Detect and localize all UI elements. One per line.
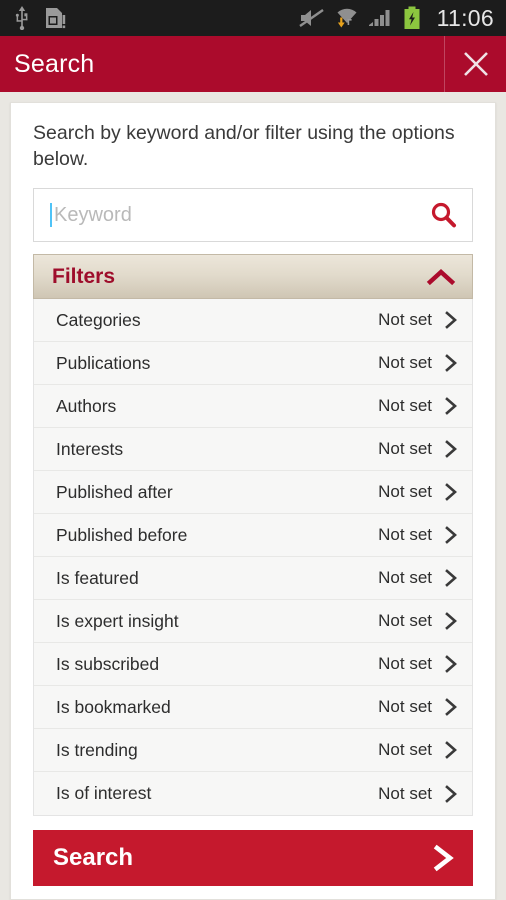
status-bar-clock: 11:06 (436, 4, 494, 31)
chevron-right-icon (445, 483, 457, 502)
filter-row-is-bookmarked[interactable]: Is bookmarked Not set (34, 686, 472, 730)
filter-label: Published before (56, 524, 188, 545)
search-submit-label: Search (53, 844, 134, 872)
search-icon[interactable] (428, 200, 458, 230)
filter-label: Categories (56, 309, 141, 330)
chevron-right-icon (445, 569, 457, 588)
mute-icon (298, 9, 324, 27)
chevron-right-icon (445, 354, 457, 373)
filter-row-categories[interactable]: Categories Not set (34, 299, 472, 343)
filter-row-is-of-interest[interactable]: Is of interest Not set (34, 772, 472, 816)
usb-icon (15, 6, 28, 30)
filter-value: Not set (378, 783, 432, 803)
search-input[interactable] (52, 203, 420, 227)
chevron-right-icon (445, 698, 457, 717)
filter-value: Not set (378, 482, 432, 502)
filter-label: Is bookmarked (56, 696, 171, 717)
filter-label: Is trending (56, 739, 138, 760)
status-bar-left-icons (14, 6, 66, 30)
filter-label: Interests (56, 438, 124, 459)
page-background: Search by keyword and/or filter using th… (0, 92, 506, 900)
chevron-right-icon (445, 741, 457, 760)
filter-value: Not set (378, 310, 432, 330)
search-submit-button[interactable]: Search (33, 830, 473, 887)
close-icon (463, 52, 488, 76)
filter-label: Is of interest (56, 783, 152, 804)
signal-bars-icon (368, 10, 390, 26)
filter-label: Is subscribed (56, 653, 160, 674)
filter-label: Authors (56, 395, 117, 416)
wifi-download-icon (337, 8, 357, 28)
filter-row-published-after[interactable]: Published after Not set (34, 471, 472, 515)
chevron-right-icon (445, 526, 457, 545)
keyword-field-wrapper[interactable] (33, 188, 473, 243)
filter-row-is-featured[interactable]: Is featured Not set (34, 557, 472, 601)
filter-value: Not set (378, 740, 432, 760)
filter-row-interests[interactable]: Interests Not set (34, 428, 472, 472)
filters-list: Categories Not set Publications Not set … (33, 299, 473, 817)
filter-value: Not set (378, 396, 432, 416)
search-card: Search by keyword and/or filter using th… (10, 102, 496, 900)
android-status-bar: 11:06 (0, 0, 506, 36)
chevron-right-icon (445, 655, 457, 674)
filter-row-is-trending[interactable]: Is trending Not set (34, 729, 472, 773)
chevron-right-icon (445, 785, 457, 803)
filter-row-authors[interactable]: Authors Not set (34, 385, 472, 429)
filter-value: Not set (378, 568, 432, 588)
filter-value: Not set (378, 654, 432, 674)
filters-section-header[interactable]: Filters (33, 254, 473, 300)
chevron-right-icon (445, 612, 457, 631)
close-button[interactable] (444, 36, 506, 92)
sd-card-icon (46, 8, 66, 29)
intro-text: Search by keyword and/or filter using th… (33, 122, 455, 170)
filter-value: Not set (378, 611, 432, 631)
chevron-right-icon (445, 397, 457, 416)
filter-value: Not set (378, 439, 432, 459)
filter-label: Publications (56, 352, 151, 373)
filter-value: Not set (378, 353, 432, 373)
filter-label: Is featured (56, 567, 139, 588)
battery-charging-icon (404, 6, 420, 29)
chevron-right-icon (445, 440, 457, 459)
app-header: Search (0, 36, 506, 92)
status-bar-right-icons: 11:06 (298, 4, 494, 32)
page-title: Search (14, 49, 95, 78)
filter-row-publications[interactable]: Publications Not set (34, 342, 472, 386)
filter-row-is-subscribed[interactable]: Is subscribed Not set (34, 643, 472, 687)
filters-label: Filters (52, 264, 116, 288)
filter-label: Published after (56, 481, 173, 502)
filter-row-is-expert-insight[interactable]: Is expert insight Not set (34, 600, 472, 644)
filter-value: Not set (378, 525, 432, 545)
chevron-right-icon (433, 845, 454, 872)
filter-value: Not set (378, 697, 432, 717)
chevron-right-icon (445, 311, 457, 330)
chevron-up-icon[interactable] (426, 267, 456, 287)
filter-label: Is expert insight (56, 610, 179, 631)
filter-row-published-before[interactable]: Published before Not set (34, 514, 472, 558)
